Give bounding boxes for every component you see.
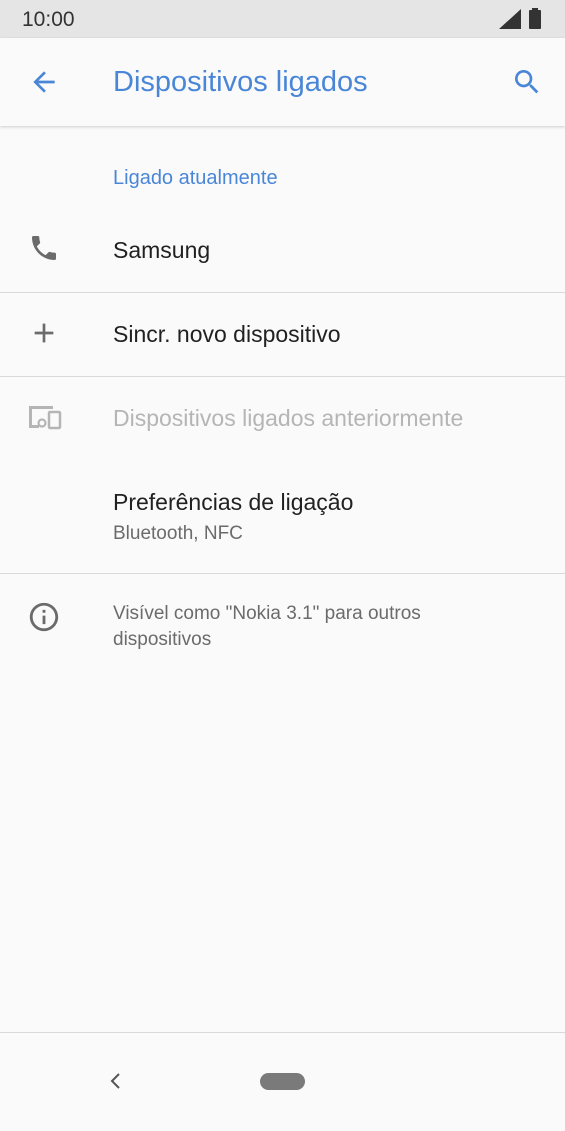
section-header-current: Ligado atualmente <box>113 167 278 189</box>
previously-connected-label: Dispositivos ligados anteriormente <box>113 405 464 431</box>
app-bar: Dispositivos ligados <box>0 38 565 126</box>
device-name: Samsung <box>113 237 211 263</box>
signal-icon <box>499 9 521 29</box>
divider <box>0 573 565 574</box>
page-title: Dispositivos ligados <box>113 66 368 98</box>
back-arrow-icon[interactable] <box>28 66 60 98</box>
navigation-bar <box>0 1032 565 1131</box>
plus-icon <box>34 323 54 343</box>
pair-new-device-row[interactable]: Sincr. novo dispositivo <box>0 293 565 376</box>
battery-icon <box>529 8 541 29</box>
nav-home-pill[interactable] <box>260 1073 305 1090</box>
connected-device-row[interactable]: Samsung <box>0 208 565 292</box>
status-bar: 10:00 <box>0 0 565 38</box>
connection-preferences-summary: Bluetooth, NFC <box>113 523 243 544</box>
nav-back-icon[interactable] <box>108 1071 124 1091</box>
search-icon[interactable] <box>511 66 543 98</box>
connection-preferences-label: Preferências de ligação <box>113 489 354 515</box>
previously-connected-row: Dispositivos ligados anteriormente <box>0 377 565 460</box>
pair-new-device-label: Sincr. novo dispositivo <box>113 321 341 347</box>
info-icon <box>29 602 59 632</box>
status-time: 10:00 <box>22 8 75 31</box>
phone-icon <box>32 236 56 260</box>
connection-preferences-row[interactable]: Preferências de ligação Bluetooth, NFC <box>0 460 565 573</box>
visibility-footer: Visível como "Nokia 3.1" para outros dis… <box>113 603 421 650</box>
devices-icon <box>29 406 62 430</box>
